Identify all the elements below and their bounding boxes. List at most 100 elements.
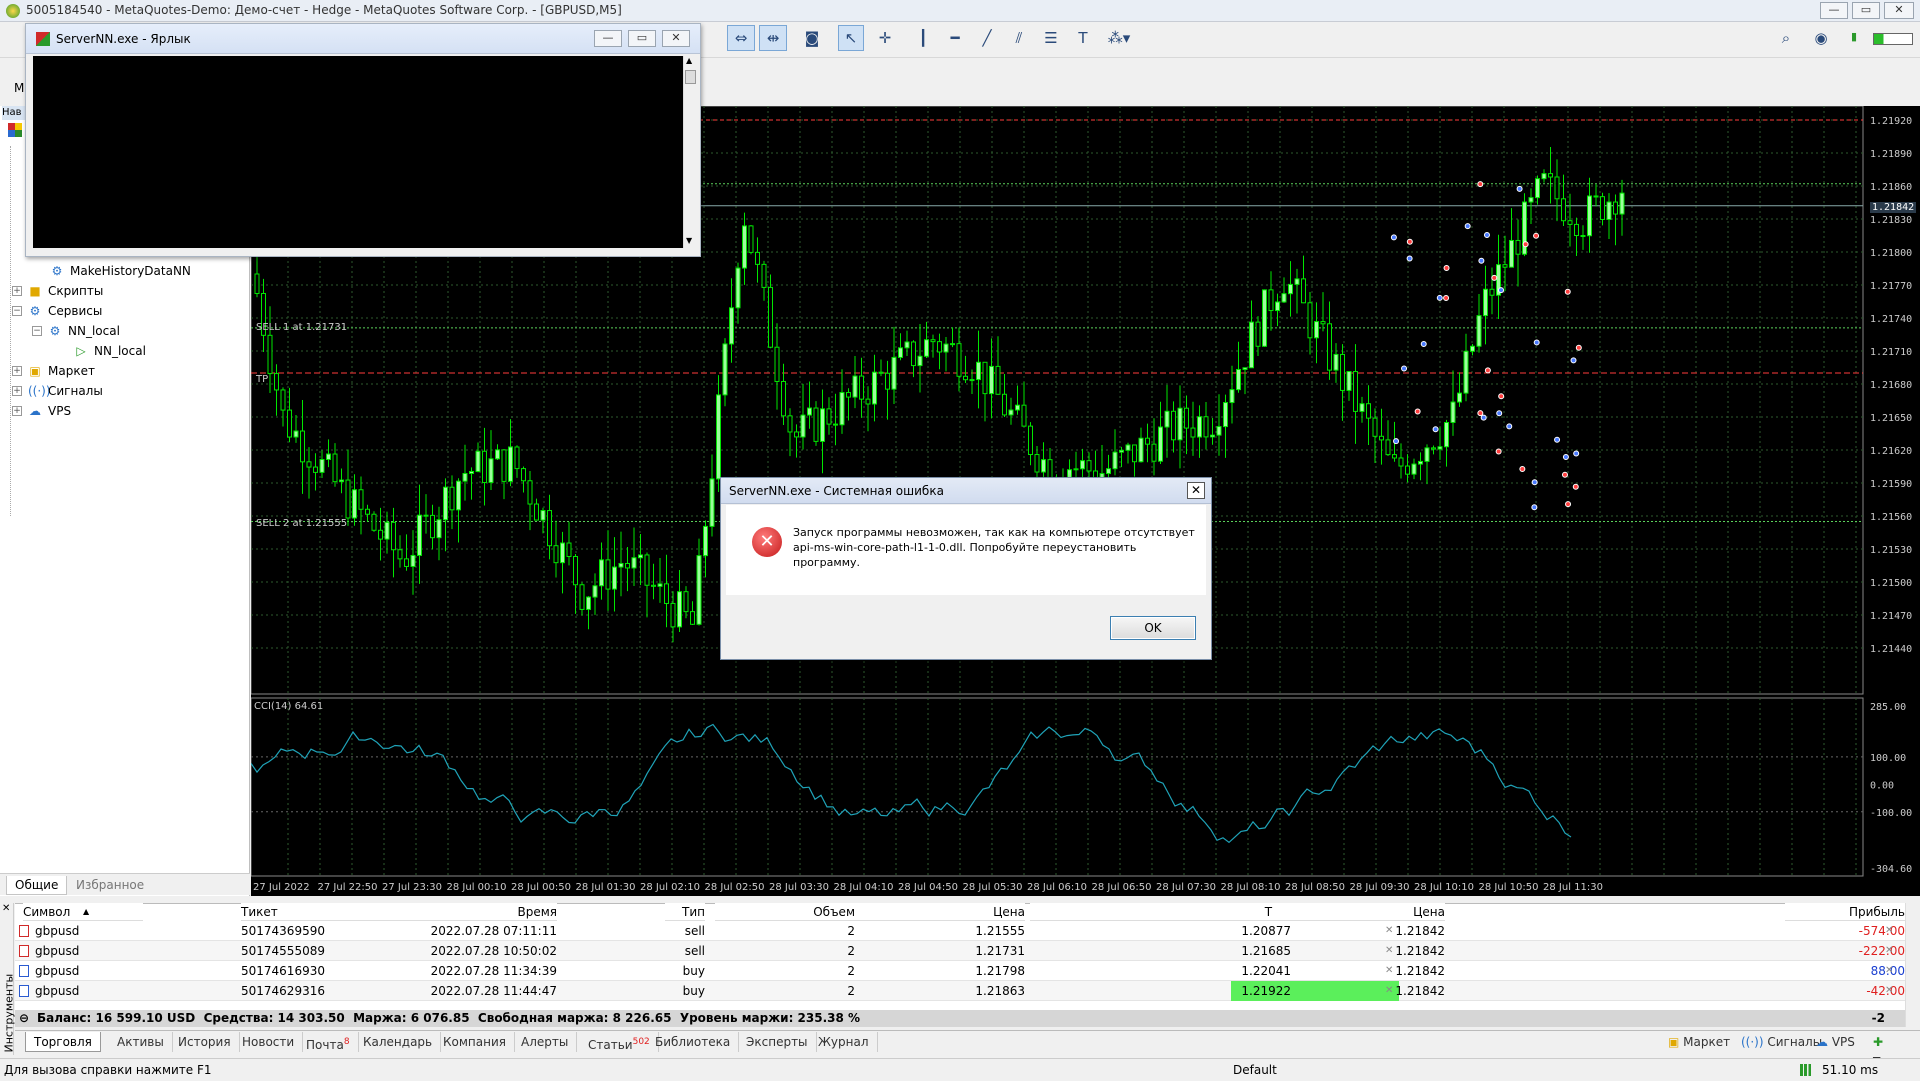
settings-icon: ⚙ xyxy=(51,264,63,278)
nav-item-scripts[interactable]: + ■ Скрипты xyxy=(12,281,103,301)
close-button[interactable]: ✕ xyxy=(1884,2,1914,19)
expand-icon[interactable]: + xyxy=(12,286,22,296)
fibonacci-icon[interactable]: ☰ xyxy=(1038,25,1064,51)
tab-5[interactable]: Календарь xyxy=(355,1032,442,1052)
collapse-icon[interactable]: − xyxy=(12,306,22,316)
nav-item-makehistory[interactable]: ⚙ MakeHistoryDataNN xyxy=(50,261,191,281)
crosshair-icon[interactable]: ✛ xyxy=(872,25,898,51)
close-order-icon[interactable]: ✕ xyxy=(1885,941,1893,961)
column-header[interactable]: Тип xyxy=(665,903,705,921)
chart-shift-icon[interactable]: ⇔ xyxy=(727,25,755,51)
horizontal-line-icon[interactable]: ━ xyxy=(942,25,968,51)
close-button[interactable]: ✕ xyxy=(1187,482,1205,499)
error-dialog[interactable]: ServerNN.exe - Системная ошибка ✕ ✕ Запу… xyxy=(720,477,1212,660)
tab-1[interactable]: Активы xyxy=(109,1032,173,1052)
nav-item-market[interactable]: + ▣ Маркет xyxy=(12,361,95,381)
candle-body xyxy=(943,343,949,353)
shortcut-window[interactable]: ServerNN.exe - Ярлык — ▭ ✕ ▲ ▼ xyxy=(25,23,701,257)
scroll-thumb[interactable] xyxy=(685,70,696,84)
close-order-icon[interactable]: ✕ xyxy=(1885,921,1893,941)
column-header[interactable]: Цена xyxy=(855,903,1025,921)
candle-body xyxy=(1171,410,1176,441)
navigator-tree-lines xyxy=(10,146,11,516)
remove-tp-icon[interactable]: ✕ xyxy=(1385,921,1393,941)
nav-item-services[interactable]: − ⚙ Сервисы xyxy=(12,301,102,321)
error-title-bar[interactable]: ServerNN.exe - Системная ошибка ✕ xyxy=(721,478,1211,504)
tab-favorites[interactable]: Избранное xyxy=(68,876,152,895)
vertical-line-icon[interactable]: ┃ xyxy=(910,25,936,51)
shortcut-title-bar[interactable]: ServerNN.exe - Ярлык — ▭ ✕ xyxy=(26,24,700,54)
order-label-sell2: SELL 2 at 1.21555 xyxy=(256,518,348,529)
column-header[interactable]: Время xyxy=(297,903,557,921)
nav-item-nn-local-folder[interactable]: − ⚙ NN_local xyxy=(32,321,120,341)
expand-icon[interactable]: + xyxy=(12,406,22,416)
tab-7[interactable]: Алерты xyxy=(513,1032,578,1052)
account-icon[interactable]: ◉ xyxy=(1808,25,1834,51)
close-icon[interactable]: ✕ xyxy=(2,903,10,914)
cell-tp[interactable]: 1.20877 xyxy=(1121,921,1291,941)
candle-body xyxy=(755,251,760,265)
sort-ascending-icon[interactable]: ▲ xyxy=(83,903,89,921)
trendline-icon[interactable]: ╱ xyxy=(974,25,1000,51)
column-header[interactable]: Прибыль xyxy=(1785,903,1905,921)
maximize-button[interactable]: ▭ xyxy=(1852,2,1880,19)
toolbox-side-label[interactable]: ✕ Инструменты xyxy=(0,903,16,1055)
remove-tp-icon[interactable]: ✕ xyxy=(1385,941,1393,961)
scroll-down-icon[interactable]: ▼ xyxy=(686,236,692,245)
menu-letter[interactable]: M xyxy=(14,81,24,95)
candle-body xyxy=(365,508,370,515)
column-header[interactable]: T / P xyxy=(1121,903,1291,921)
tab-9[interactable]: Библиотека xyxy=(647,1032,740,1052)
tab-0[interactable]: Торговля xyxy=(25,1032,101,1052)
remove-tp-icon[interactable]: ✕ xyxy=(1385,981,1393,1001)
text-icon[interactable]: T xyxy=(1070,25,1096,51)
collapse-icon[interactable]: ⊖ xyxy=(19,1010,29,1027)
error-dialog-title: ServerNN.exe - Системная ошибка xyxy=(729,484,944,498)
tab-3[interactable]: Новости xyxy=(234,1032,304,1052)
maximize-button[interactable]: ▭ xyxy=(628,30,656,47)
tab-11[interactable]: Журнал xyxy=(810,1032,878,1052)
candle-body xyxy=(878,371,884,374)
candle-body xyxy=(1483,288,1488,317)
close-order-icon[interactable]: ✕ xyxy=(1885,961,1893,981)
right-tab-0[interactable]: ▣ Маркет xyxy=(1660,1032,1738,1052)
channel-icon[interactable]: ⫽ xyxy=(1006,25,1032,51)
collapse-icon[interactable]: − xyxy=(32,326,42,336)
right-tab-2[interactable]: ☁ VPS xyxy=(1808,1032,1863,1052)
cursor-icon[interactable]: ↖ xyxy=(838,25,864,51)
candle-body xyxy=(267,334,273,375)
scrollbar-vertical[interactable] xyxy=(1905,903,1920,1027)
column-header[interactable]: Объем xyxy=(715,903,855,921)
nav-item-nn-local-service[interactable]: ▷ NN_local xyxy=(74,341,146,361)
cell-tp[interactable]: 1.21685 xyxy=(1121,941,1291,961)
tab-6[interactable]: Компания xyxy=(435,1032,515,1052)
nav-item-signals[interactable]: + ((·)) Сигналы xyxy=(12,381,103,401)
tab-10[interactable]: Эксперты xyxy=(738,1032,817,1052)
cell-tp[interactable]: 1.22041 xyxy=(1121,961,1291,981)
ok-button[interactable]: OK xyxy=(1110,616,1196,640)
close-order-icon[interactable]: ✕ xyxy=(1885,981,1893,1001)
console-output[interactable] xyxy=(33,56,683,248)
minimize-button[interactable]: — xyxy=(1820,2,1848,19)
shapes-icon[interactable]: ⁂▾ xyxy=(1102,25,1136,51)
tab-2[interactable]: История xyxy=(170,1032,240,1052)
minimize-button[interactable]: — xyxy=(594,30,622,47)
tab-general[interactable]: Общие xyxy=(6,876,68,895)
search-icon[interactable]: ⌕ xyxy=(1773,25,1799,51)
column-header[interactable]: Цена xyxy=(1275,903,1445,921)
expand-icon[interactable]: + xyxy=(12,386,22,396)
tab-4[interactable]: Почта8 xyxy=(298,1032,359,1052)
scroll-up-icon[interactable]: ▲ xyxy=(686,56,692,65)
close-button[interactable]: ✕ xyxy=(662,30,690,47)
expand-icon[interactable]: + xyxy=(12,366,22,376)
screenshot-icon[interactable]: ◙ xyxy=(799,25,825,51)
cell-tp[interactable]: 1.21922 xyxy=(1121,981,1291,1001)
vertical-scrollbar[interactable]: ▲ ▼ xyxy=(683,56,697,248)
candle-body xyxy=(605,559,611,590)
candle-body xyxy=(1398,457,1404,467)
nav-item-vps[interactable]: + ☁ VPS xyxy=(12,401,71,421)
chart-shift-end-icon[interactable]: ⇹ xyxy=(759,25,787,51)
right-tab-3[interactable]: ✚ Тестер xyxy=(1865,1032,1920,1069)
candle-body xyxy=(768,286,773,348)
remove-tp-icon[interactable]: ✕ xyxy=(1385,961,1393,981)
